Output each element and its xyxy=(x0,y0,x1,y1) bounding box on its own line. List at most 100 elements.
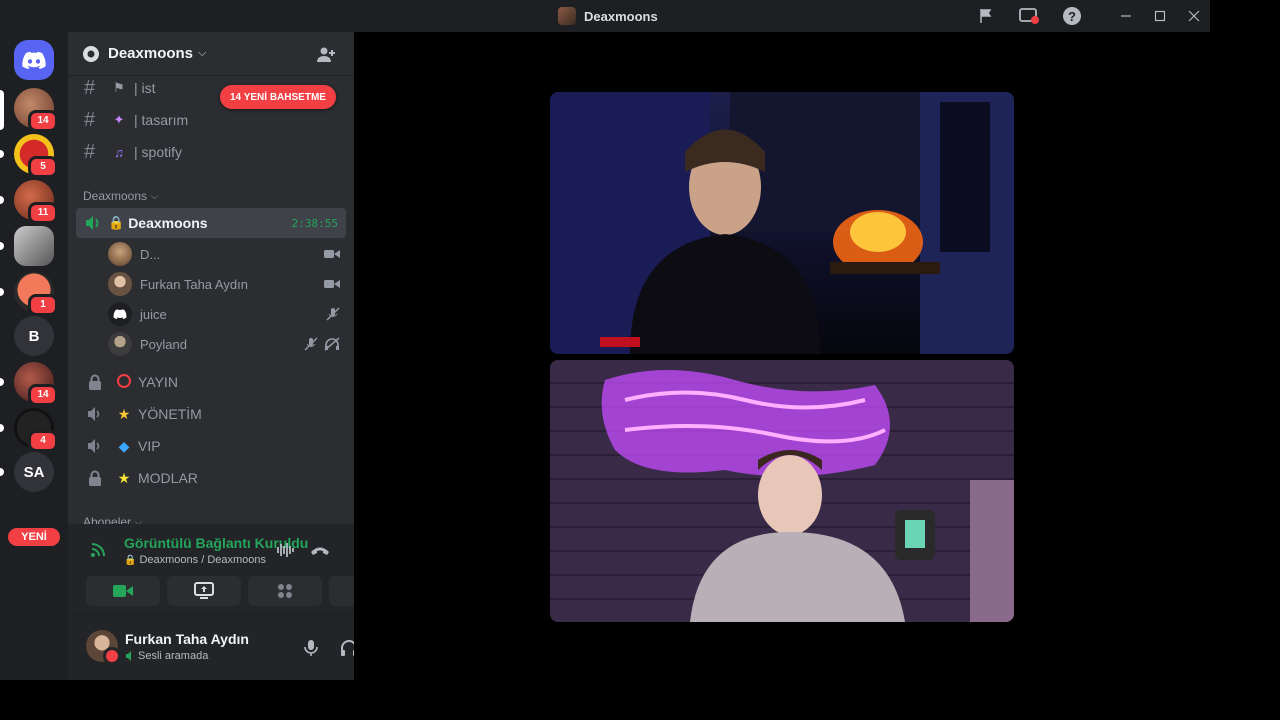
user-avatar[interactable] xyxy=(86,630,121,665)
hash-icon: # xyxy=(84,140,96,163)
connection-location[interactable]: 🔒 Deaxmoons / Deaxmoons xyxy=(124,554,266,566)
channel-vip[interactable]: ◆ VIP xyxy=(76,431,346,461)
chevron-down-icon: ⌵ xyxy=(151,190,158,201)
invite-user-icon[interactable] xyxy=(316,45,336,70)
unread-indicator xyxy=(0,288,4,296)
server-3[interactable]: 11 xyxy=(14,180,58,224)
user-name[interactable]: Furkan Taha Aydın xyxy=(125,631,249,647)
microphone-icon[interactable] xyxy=(299,636,323,660)
muted-mic-icon xyxy=(326,307,340,321)
unread-indicator xyxy=(0,468,4,476)
server-initials: SA xyxy=(23,463,45,481)
help-icon[interactable]: ? xyxy=(1062,6,1082,26)
avatar xyxy=(108,272,132,296)
voice-channel-deaxmoons[interactable]: 🔒 Deaxmoons 2:38:55 xyxy=(76,208,346,238)
channel-label: MODLAR xyxy=(138,470,198,486)
server-4[interactable] xyxy=(14,226,54,266)
new-servers-pill[interactable]: YENİ xyxy=(8,528,60,546)
member-status xyxy=(304,337,340,351)
server-8[interactable]: 4 xyxy=(14,408,58,452)
lock-icon: 🔒 xyxy=(108,215,125,230)
maximize-button[interactable] xyxy=(1148,6,1172,26)
voice-member[interactable]: Furkan Taha Aydın xyxy=(108,270,348,298)
channel-yayin[interactable]: YAYIN xyxy=(76,367,346,397)
user-panel: Furkan Taha Aydın Sesli aramada xyxy=(68,616,354,680)
server-header[interactable]: Deaxmoons ⌵ xyxy=(68,32,354,76)
category-label: Deaxmoons xyxy=(83,189,148,203)
server-badge: 14 xyxy=(28,384,58,406)
unread-indicator xyxy=(0,150,4,158)
soundboard-button[interactable] xyxy=(329,576,354,606)
server-5[interactable]: 1 xyxy=(14,272,58,316)
channel-spotify[interactable]: # ♫ | spotify xyxy=(76,137,346,167)
screen-share-icon[interactable] xyxy=(1019,6,1039,26)
server-name: Deaxmoons xyxy=(108,45,194,62)
noise-suppression-icon[interactable] xyxy=(273,538,297,562)
flag-icon[interactable] xyxy=(976,6,996,26)
lock-icon: 🔒 xyxy=(124,554,137,566)
blue-diamond-icon: ◆ xyxy=(118,437,130,454)
connection-signal-icon[interactable] xyxy=(90,540,110,563)
channel-label: YÖNETİM xyxy=(138,406,202,422)
flag-emoji-icon: ⚑ xyxy=(113,80,125,95)
discord-home-button[interactable] xyxy=(14,40,54,80)
channel-yonetim[interactable]: ★ YÖNETİM xyxy=(76,399,346,429)
server-6[interactable]: B xyxy=(14,316,54,356)
close-button[interactable] xyxy=(1182,6,1206,26)
server-badge: 1 xyxy=(28,294,58,316)
voice-member[interactable]: Poyland xyxy=(108,330,348,358)
channel-label: | ist xyxy=(134,80,156,96)
voice-member[interactable]: D... xyxy=(108,240,348,268)
video-camera-icon xyxy=(113,585,133,597)
user-status-text: Sesli aramada xyxy=(138,650,209,662)
activities-button[interactable] xyxy=(248,576,322,606)
channel-tasarim[interactable]: # ✦ | tasarım xyxy=(76,105,346,135)
server-7[interactable]: 14 xyxy=(14,362,58,406)
member-name: Poyland xyxy=(140,336,187,352)
headphones-icon[interactable] xyxy=(337,636,354,660)
title-bar: Deaxmoons ? xyxy=(0,0,1210,32)
camera-button[interactable] xyxy=(86,576,160,606)
avatar xyxy=(108,302,132,326)
server-9[interactable]: SA xyxy=(14,452,54,492)
member-status xyxy=(324,278,340,290)
discord-logo-icon xyxy=(113,309,127,319)
minimize-button[interactable] xyxy=(1114,6,1138,26)
voice-connection-panel: Görüntülü Bağlantı Kuruldu 🔒 Deaxmoons /… xyxy=(68,524,354,616)
status-dot xyxy=(103,647,121,665)
voice-speaker-icon xyxy=(86,216,99,230)
member-name: D... xyxy=(140,246,161,262)
server-badge: 5 xyxy=(28,156,58,178)
chevron-down-icon: ⌵ xyxy=(198,47,207,59)
screen-share-button[interactable] xyxy=(167,576,241,606)
red-circle-icon xyxy=(114,373,134,391)
server-2[interactable]: 5 xyxy=(14,134,58,178)
window-title-text: Deaxmoons xyxy=(584,8,658,24)
window-title: Deaxmoons xyxy=(558,7,658,25)
server-1[interactable]: 14 xyxy=(14,88,58,132)
video-tile-participant-1[interactable] xyxy=(550,92,1014,354)
video-camera-icon xyxy=(324,250,340,258)
server-initials: B xyxy=(28,327,40,345)
server-badge: 4 xyxy=(28,430,58,452)
voice-lock-icon xyxy=(84,438,106,454)
channel-label: VIP xyxy=(138,438,161,454)
server-icon xyxy=(558,7,576,25)
voice-member[interactable]: juice xyxy=(108,300,348,328)
server-badge: 11 xyxy=(28,202,58,224)
member-name: juice xyxy=(140,306,167,322)
muted-mic-icon xyxy=(304,337,318,351)
disconnect-icon[interactable] xyxy=(308,538,332,562)
selected-server-indicator xyxy=(0,90,4,130)
video-tile-participant-2[interactable] xyxy=(550,360,1014,622)
avatar xyxy=(108,242,132,266)
lock-icon xyxy=(84,374,106,390)
channel-modlar[interactable]: ★ MODLAR xyxy=(76,463,346,493)
yellow-star-icon: ★ xyxy=(117,469,131,486)
channel-sidebar: Deaxmoons ⌵ # ⚑ | ist 14 YENİ BAHSETME #… xyxy=(68,32,354,680)
deafened-headphones-icon xyxy=(324,337,340,351)
category-deaxmoons[interactable]: Deaxmoons ⌵ xyxy=(83,189,158,203)
svg-text:?: ? xyxy=(1068,9,1076,24)
avatar xyxy=(108,332,132,356)
unread-indicator xyxy=(0,378,4,386)
